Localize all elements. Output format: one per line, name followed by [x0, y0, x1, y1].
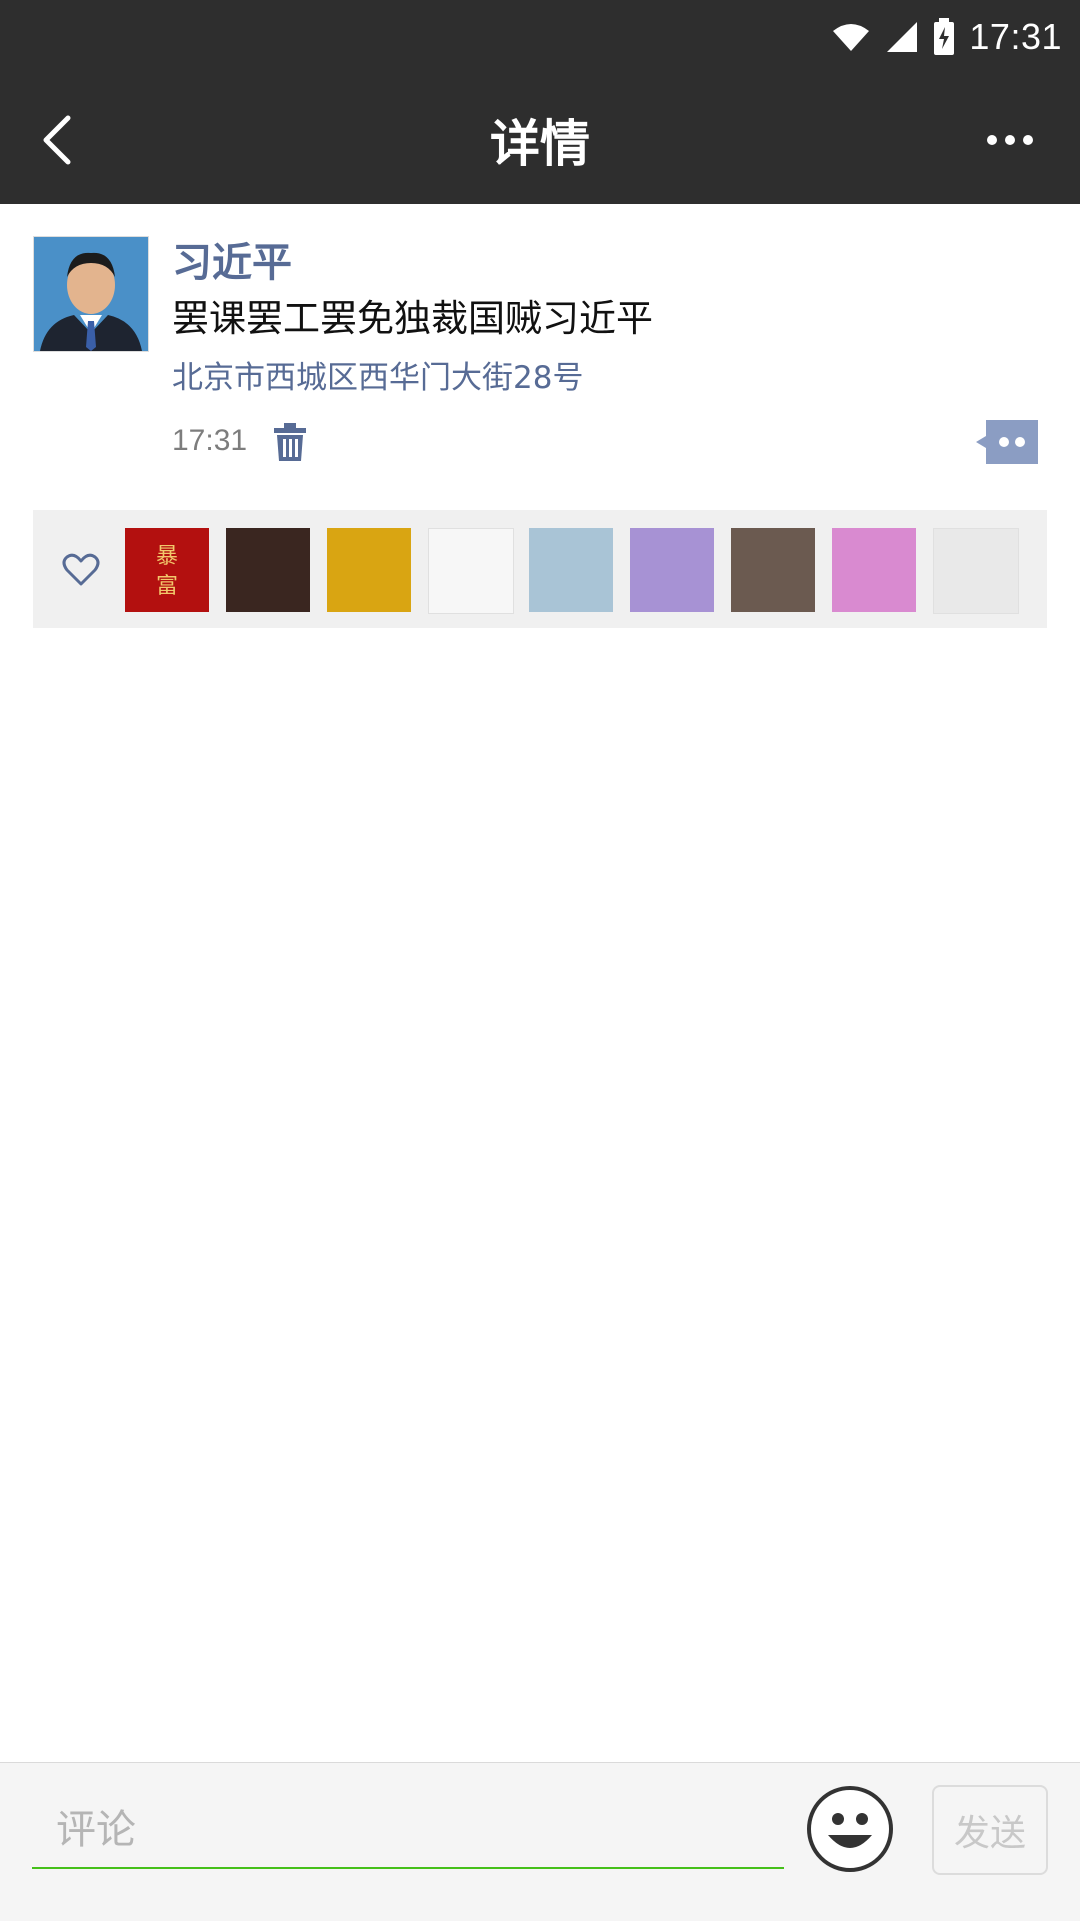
post-location[interactable]: 北京市西城区西华门大街28号: [172, 352, 583, 397]
liker-avatar[interactable]: 暴富: [125, 528, 209, 612]
status-bar: 17:31: [0, 0, 1080, 74]
author-name[interactable]: 习近平: [172, 230, 292, 288]
liker-avatar[interactable]: [226, 528, 310, 612]
liker-avatar-label: 暴富: [155, 544, 178, 599]
heart-icon: [62, 553, 100, 586]
liker-avatar[interactable]: [428, 528, 514, 614]
likes-panel: 暴富: [33, 510, 1047, 628]
comment-input[interactable]: [32, 1793, 784, 1869]
status-time: 17:31: [969, 16, 1062, 57]
title-bar: 详情: [0, 74, 1080, 204]
wifi-icon: [833, 24, 870, 51]
trash-icon[interactable]: [272, 422, 308, 462]
post-text: 罢课罢工罢免独裁国贼习近平: [172, 297, 653, 340]
liker-avatar[interactable]: [832, 528, 916, 612]
post-time: 17:31: [172, 424, 248, 457]
more-icon[interactable]: [970, 110, 1050, 170]
comment-bar: 发送: [0, 1762, 1080, 1921]
author-avatar[interactable]: [33, 236, 149, 352]
emoji-icon[interactable]: [806, 1785, 894, 1873]
liker-avatar[interactable]: [630, 528, 714, 612]
liker-avatar[interactable]: [327, 528, 411, 612]
status-icons: 17:31: [831, 14, 1062, 60]
liker-avatar[interactable]: [529, 528, 613, 612]
send-button[interactable]: 发送: [932, 1785, 1048, 1875]
signal-icon: [887, 22, 918, 52]
avatar-image: [34, 237, 148, 351]
comment-action-icon[interactable]: [976, 420, 1038, 464]
liker-avatar[interactable]: [731, 528, 815, 612]
page-title: 详情: [490, 115, 590, 173]
battery-icon: [934, 18, 955, 55]
liker-avatar[interactable]: [933, 528, 1019, 614]
